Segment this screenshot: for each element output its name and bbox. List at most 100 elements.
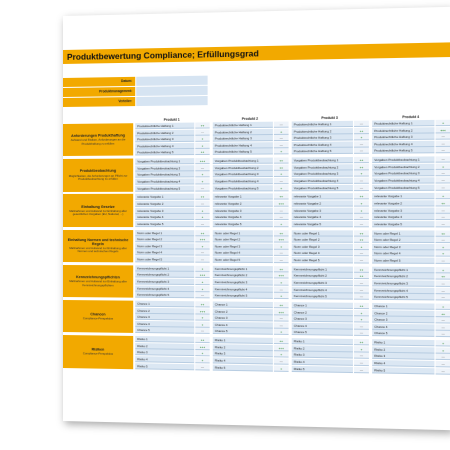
rating-cell[interactable]: +++ [273,308,289,316]
criterion-cell[interactable]: Vorgaben Produktbeobachtung 3 [291,170,353,178]
criterion-cell[interactable]: Produktrechtliche Haftung 1 [291,120,353,128]
rating-cell[interactable]: — [273,141,289,149]
rating-cell[interactable]: — [354,286,369,294]
criterion-cell[interactable]: Produktrechtliche Haftung 2 [212,128,273,136]
criterion-cell[interactable]: Norm oder Regel 4 [372,250,435,258]
rating-cell[interactable]: + [195,142,210,149]
criterion-cell[interactable]: relevante Vorgabe 5 [135,220,195,228]
criterion-cell[interactable]: relevante Vorgabe 4 [135,214,195,221]
criterion-cell[interactable]: Vorgaben Produktbeobachtung 2 [372,163,435,171]
rating-cell[interactable]: +++ [435,126,450,134]
rating-cell[interactable]: + [273,184,289,192]
rating-cell[interactable]: + [195,135,210,143]
rating-cell[interactable]: — [354,141,369,148]
criterion-cell[interactable]: Produktrechtliche Haftung 1 [372,119,435,127]
rating-cell[interactable]: + [435,119,450,127]
criterion-cell[interactable]: relevante Vorgabe 1 [291,193,353,201]
rating-cell[interactable]: + [354,345,369,353]
criterion-cell[interactable]: Produktrechtliche Haftung 2 [135,129,195,136]
criterion-cell[interactable]: Vorgaben Produktbeobachtung 5 [291,184,353,191]
rating-cell[interactable]: — [195,220,210,228]
criterion-cell[interactable]: Kennzeichnungspflicht 2 [212,272,273,279]
rating-cell[interactable]: + [435,163,450,170]
rating-cell[interactable]: + [273,292,289,300]
rating-cell[interactable]: + [273,148,289,155]
rating-cell[interactable]: — [273,135,289,142]
rating-cell[interactable]: + [354,200,369,207]
criterion-cell[interactable]: Kennzeichnungspflicht 4 [291,286,353,294]
rating-cell[interactable]: ++ [354,266,369,273]
criterion-cell[interactable]: Norm oder Regel 5 [372,257,435,264]
rating-cell[interactable]: — [195,256,210,263]
criterion-cell[interactable]: relevante Vorgabe 1 [212,193,273,201]
rating-cell[interactable]: — [195,200,210,207]
criterion-cell[interactable]: relevante Vorgabe 5 [291,220,353,228]
rating-cell[interactable]: + [195,243,210,250]
rating-cell[interactable]: — [195,363,210,371]
criterion-cell[interactable]: Vorgaben Produktbeobachtung 2 [135,164,195,172]
rating-cell[interactable]: — [354,214,369,221]
criterion-cell[interactable]: Kennzeichnungspflicht 2 [372,273,435,281]
criterion-cell[interactable]: Norm oder Regel 1 [291,229,353,237]
criterion-cell[interactable]: Produktrechtliche Haftung 3 [212,135,273,142]
criterion-cell[interactable]: Chance 1 [135,300,195,308]
rating-cell[interactable]: — [354,184,369,191]
criterion-cell[interactable]: relevante Vorgabe 4 [372,214,435,221]
management-field[interactable] [136,85,208,96]
rating-cell[interactable]: — [354,220,369,228]
rating-cell[interactable]: ++ [354,229,369,237]
criterion-cell[interactable]: Vorgaben Produktbeobachtung 1 [372,156,435,164]
rating-cell[interactable]: — [435,367,450,375]
rating-cell[interactable]: — [273,250,289,257]
rating-cell[interactable]: — [435,280,450,288]
criterion-cell[interactable]: Risiko 5 [135,362,195,370]
rating-cell[interactable]: — [273,286,289,293]
criterion-cell[interactable]: relevante Vorgabe 2 [291,200,353,207]
criterion-cell[interactable]: Norm oder Regel 3 [291,243,353,250]
rating-cell[interactable]: ++ [273,338,289,345]
criterion-cell[interactable]: Chance 5 [372,330,435,338]
criterion-cell[interactable]: Produktrechtliche Haftung 1 [212,121,273,129]
criterion-cell[interactable]: relevante Vorgabe 4 [291,214,353,221]
rating-cell[interactable]: ++ [273,302,289,309]
criterion-cell[interactable]: Kennzeichnungspflicht 5 [212,292,273,300]
rating-cell[interactable]: ++ [354,157,369,164]
criterion-cell[interactable]: Kennzeichnungspflicht 1 [291,266,353,273]
rating-cell[interactable]: + [354,134,369,141]
criterion-cell[interactable]: Produktrechtliche Haftung 2 [372,126,435,134]
criterion-cell[interactable]: Kennzeichnungspflicht 4 [135,285,195,292]
rating-cell[interactable]: + [195,314,210,322]
criterion-cell[interactable]: Produktrechtliche Haftung 4 [291,141,353,149]
rating-cell[interactable]: — [435,177,450,184]
rating-cell[interactable]: — [435,170,450,177]
criterion-cell[interactable]: Kennzeichnungspflicht 4 [212,285,273,293]
rating-cell[interactable]: +++ [195,307,210,315]
rating-cell[interactable]: — [354,323,369,330]
criterion-cell[interactable]: Produktrechtliche Haftung 4 [372,140,435,148]
rating-cell[interactable]: — [435,287,450,294]
criterion-cell[interactable]: Norm oder Regel 4 [212,249,273,257]
rating-cell[interactable]: — [354,366,369,374]
rating-cell[interactable]: ++ [354,193,369,200]
rating-cell[interactable]: + [354,316,369,323]
rating-cell[interactable]: — [273,177,289,185]
criterion-cell[interactable]: relevante Vorgabe 1 [372,193,435,200]
rating-cell[interactable]: + [435,250,450,258]
criterion-cell[interactable]: Kennzeichnungspflicht 1 [372,266,435,274]
rating-cell[interactable]: ++ [435,310,450,317]
rating-cell[interactable]: — [435,236,450,244]
criterion-cell[interactable]: Norm oder Regel 4 [291,250,353,257]
rating-cell[interactable]: — [354,257,369,264]
rating-cell[interactable]: +++ [195,236,210,243]
criterion-cell[interactable]: Produktrechtliche Haftung 3 [291,134,353,142]
rating-cell[interactable]: + [435,347,450,354]
rating-cell[interactable]: ++ [354,339,369,346]
rating-cell[interactable]: — [273,358,289,365]
rating-cell[interactable]: — [435,184,450,191]
rating-cell[interactable]: ++ [354,127,369,134]
rating-cell[interactable]: + [195,207,210,214]
rating-cell[interactable]: — [354,120,369,128]
criterion-cell[interactable]: Kennzeichnungspflicht 3 [372,280,435,287]
rating-cell[interactable]: + [273,128,289,135]
criterion-cell[interactable]: Norm oder Regel 5 [135,256,195,263]
